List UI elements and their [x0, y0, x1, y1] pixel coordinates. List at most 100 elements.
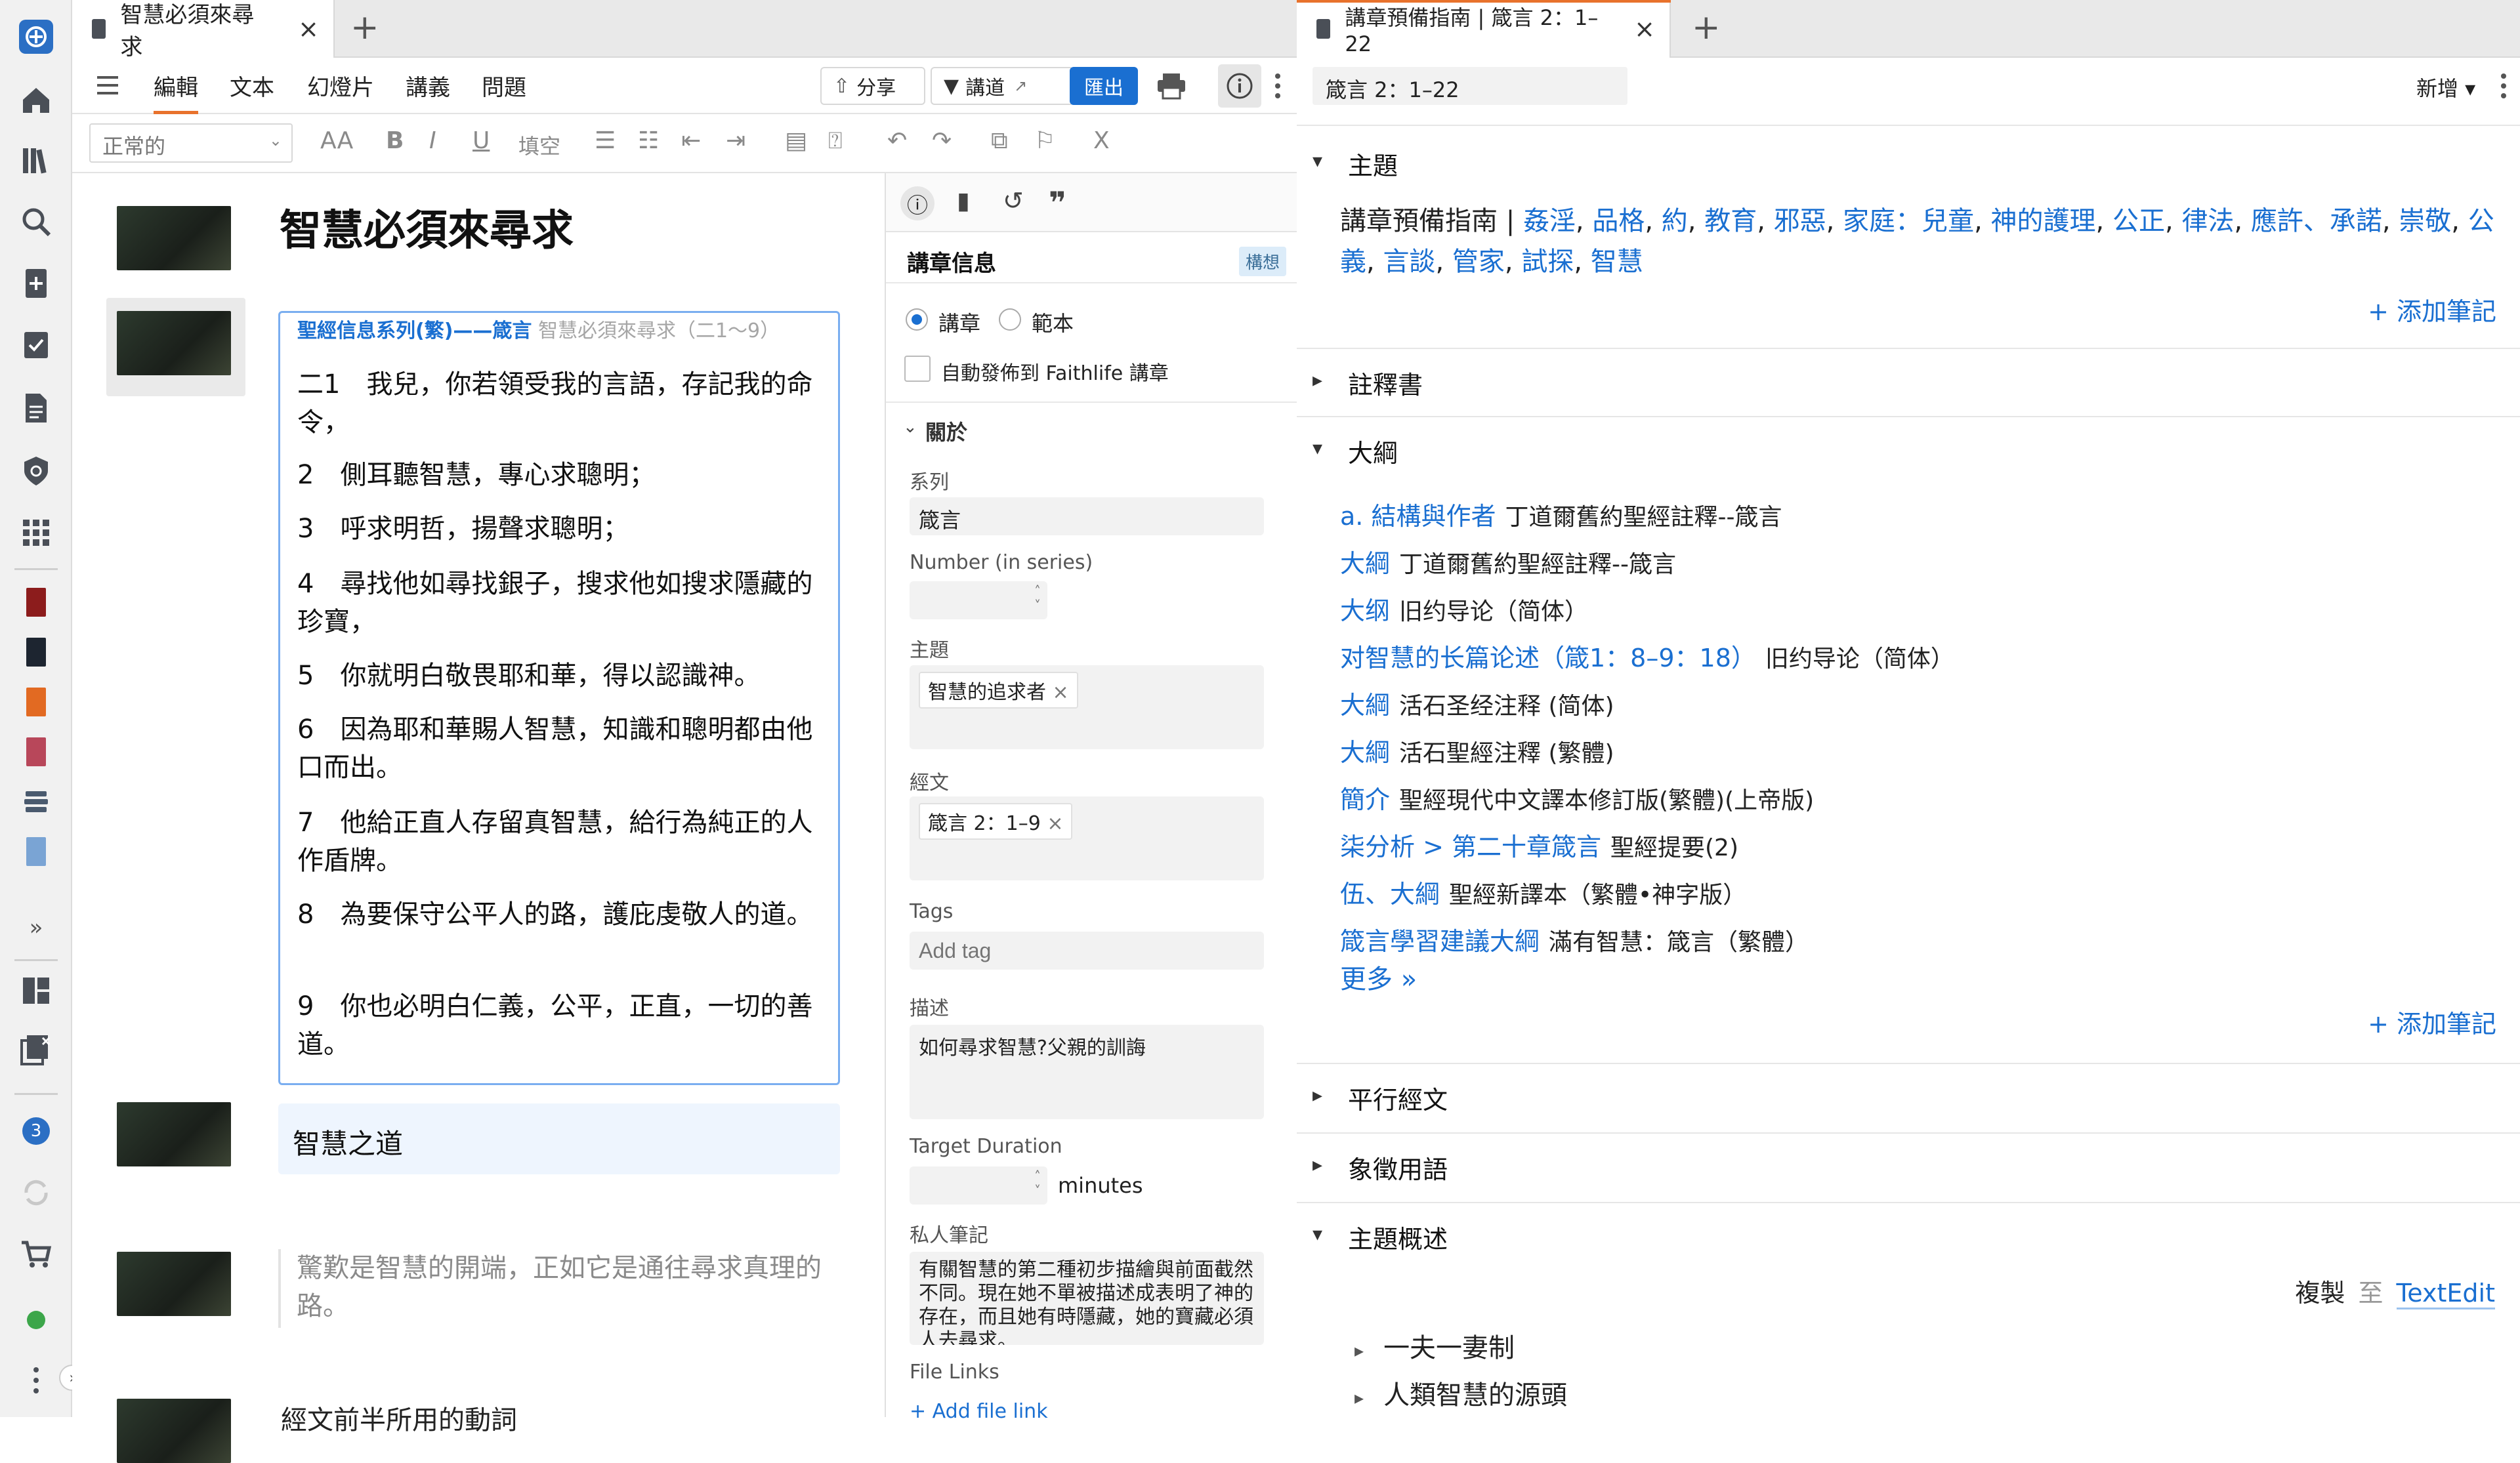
tags-input[interactable]: [910, 932, 1264, 970]
topic-link[interactable]: 律法: [2181, 206, 2234, 236]
scripture-block[interactable]: 聖經信息系列(繁)——箴言 智慧必須來尋求（二1～9） 二1 我兒，你若領受我的…: [278, 311, 840, 1085]
topic-link[interactable]: 言談: [1383, 247, 1435, 277]
tab-edit[interactable]: 編輯: [154, 70, 198, 115]
passage-field[interactable]: 箴言 2：1–9 ×: [910, 796, 1264, 880]
layers-icon[interactable]: [18, 783, 54, 820]
tab-text[interactable]: 文本: [230, 70, 274, 102]
slide-thumbnail[interactable]: [117, 311, 231, 375]
tab-history-icon[interactable]: ↺: [1003, 186, 1024, 215]
tab-questions[interactable]: 問題: [482, 70, 526, 102]
series-field[interactable]: 箴言: [910, 497, 1264, 535]
tab-sermon-document[interactable]: 智慧必須來尋求 ×: [72, 0, 335, 60]
more-options-icon[interactable]: [1274, 72, 1281, 102]
sync-icon[interactable]: [18, 1174, 54, 1211]
paragraph-style-select[interactable]: 正常的 ⌄: [89, 123, 293, 163]
dashboard-icon[interactable]: [18, 972, 54, 1009]
outline-source[interactable]: 活石圣经注释 (简体): [1399, 693, 1614, 720]
auto-publish-checkbox[interactable]: [904, 356, 931, 382]
outline-source[interactable]: 旧约导论（简体）: [1399, 598, 1588, 625]
hamburger-menu-icon[interactable]: [94, 73, 121, 100]
section-figurative-header[interactable]: ▸ 象徵用語: [1297, 1132, 2520, 1198]
expand-icon[interactable]: »: [18, 909, 54, 946]
copy-target-select[interactable]: TextEdit: [2396, 1279, 2495, 1309]
slide-thumbnail[interactable]: [117, 1399, 231, 1463]
number-stepper[interactable]: ˄ ˅: [910, 581, 1047, 619]
chip-remove-icon[interactable]: ×: [1047, 812, 1063, 835]
redo-icon[interactable]: ↷: [932, 127, 952, 154]
topic-link[interactable]: 邪惡: [1774, 206, 1826, 236]
slide-thumbnail[interactable]: [117, 1252, 231, 1316]
slide-thumbnail[interactable]: [117, 1102, 231, 1166]
tab-close-button[interactable]: ×: [1634, 14, 1655, 43]
calendar-icon[interactable]: [18, 833, 54, 870]
more-icon[interactable]: [18, 1362, 54, 1399]
outline-link[interactable]: 伍、大綱: [1340, 880, 1440, 909]
bold-button[interactable]: B: [386, 127, 404, 154]
outline-link[interactable]: 柒分析 > 第二十章箴言: [1340, 833, 1601, 861]
topic-link[interactable]: 約: [1662, 206, 1688, 236]
more-link[interactable]: 更多 »: [1340, 958, 1417, 996]
outline-link[interactable]: 大綱: [1340, 738, 1390, 767]
tab-notes-book-icon[interactable]: ▮: [957, 188, 970, 215]
topic-chip[interactable]: 智慧的追求者 ×: [919, 672, 1078, 709]
topic-link[interactable]: 姦淫: [1523, 206, 1576, 236]
book-pink-icon[interactable]: [18, 733, 54, 770]
font-size-button[interactable]: AA: [320, 127, 353, 154]
slide-text-block[interactable]: 智慧之道: [278, 1103, 840, 1174]
outline-link[interactable]: 簡介: [1340, 785, 1390, 814]
clear-format-icon[interactable]: Ⅹ: [1093, 127, 1110, 154]
add-tab-button[interactable]: +: [1692, 8, 1721, 47]
overview-item[interactable]: ▸ 一夫一妻制: [1354, 1327, 1515, 1365]
home-icon[interactable]: [18, 81, 54, 118]
outline-source[interactable]: 聖經現代中文譯本修訂版(繁體)(上帝版): [1399, 787, 1814, 814]
outline-source[interactable]: 聖經新譯本（繁體•神字版）: [1449, 882, 1746, 909]
outline-link[interactable]: 对智慧的长篇论述（箴1：8–9：18）: [1340, 644, 1756, 672]
italic-button[interactable]: I: [429, 127, 436, 154]
insert-slide-icon[interactable]: ⧉: [991, 127, 1008, 155]
indent-icon[interactable]: ⇥: [726, 127, 746, 154]
topic-field[interactable]: 智慧的追求者 ×: [910, 665, 1264, 749]
cart-icon[interactable]: [18, 1236, 54, 1273]
checklist-icon[interactable]: [18, 327, 54, 363]
stepper-arrows-icon[interactable]: ˄ ˅: [1034, 584, 1041, 613]
tab-sermon-prep-guide[interactable]: 講章預備指南 | 箴言 2：1–22 ×: [1297, 0, 1671, 58]
about-section-header[interactable]: 關於: [925, 416, 967, 446]
slide-thumbnail[interactable]: [117, 206, 231, 270]
scripture-series-link[interactable]: 聖經信息系列(繁)——箴言: [297, 319, 532, 342]
apps-icon[interactable]: [18, 514, 54, 551]
undo-icon[interactable]: ↶: [887, 127, 907, 154]
book-orange-icon[interactable]: [18, 684, 54, 720]
topic-link[interactable]: 崇敬: [2399, 206, 2451, 236]
outline-source[interactable]: 聖經提要(2): [1610, 835, 1738, 861]
print-icon[interactable]: [1156, 72, 1186, 102]
add-note-button[interactable]: + 添加筆記: [2368, 291, 2496, 327]
chip-remove-icon[interactable]: ×: [1053, 681, 1069, 704]
topic-link[interactable]: 管家: [1452, 247, 1505, 277]
topic-link[interactable]: 家庭：兒童: [1843, 206, 1974, 236]
tab-quote-icon[interactable]: ❞: [1049, 185, 1066, 220]
add-doc-icon[interactable]: [18, 265, 54, 302]
info-toggle-button[interactable]: [1218, 64, 1261, 108]
quote-block[interactable]: 驚歎是智慧的開端，正如它是通往尋求真理的路。: [278, 1249, 840, 1328]
outline-link[interactable]: 大纲: [1340, 596, 1390, 625]
add-file-link[interactable]: + Add file link: [910, 1400, 1048, 1423]
topic-link[interactable]: 教育: [1704, 206, 1757, 236]
section-topic-overview-header[interactable]: ▾ 主題概述: [1297, 1202, 2520, 1267]
numbered-list-icon[interactable]: ☷: [638, 127, 659, 154]
topic-link[interactable]: 試探: [1521, 247, 1574, 277]
outline-source[interactable]: 旧约导论（简体）: [1765, 646, 1954, 672]
book-dark-icon[interactable]: [18, 634, 54, 670]
topic-link[interactable]: 智慧: [1591, 247, 1643, 277]
topic-link[interactable]: 公正: [2112, 206, 2165, 236]
chevron-down-icon[interactable]: ⌄: [903, 417, 917, 437]
fill-blank-button[interactable]: 填空: [518, 130, 560, 160]
close-panels-icon[interactable]: [18, 1031, 54, 1068]
document-title[interactable]: 智慧必須來尋求: [280, 197, 574, 257]
document-icon[interactable]: [18, 390, 54, 426]
outline-link[interactable]: 大綱: [1340, 549, 1390, 578]
outline-link[interactable]: a. 結構與作者: [1340, 502, 1496, 531]
insert-question-icon[interactable]: ⍰: [828, 127, 843, 155]
shield-icon[interactable]: [18, 453, 54, 489]
radio-sermon[interactable]: [906, 308, 928, 331]
notification-icon[interactable]: 3: [18, 1113, 54, 1149]
